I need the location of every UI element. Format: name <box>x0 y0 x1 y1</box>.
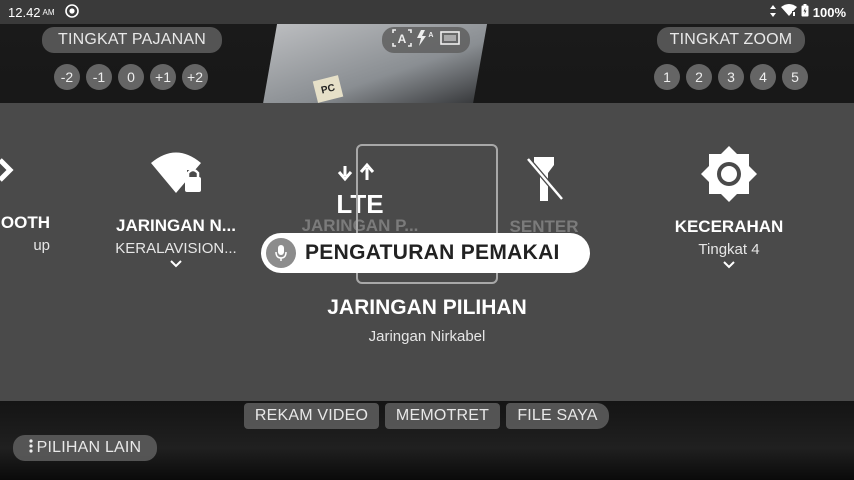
brightness-icon <box>664 145 794 202</box>
my-files-button[interactable]: FILE SAYA <box>506 403 609 429</box>
wifi-icon <box>780 4 797 20</box>
tile-label: JARINGAN N... <box>116 216 236 235</box>
tile-sub: up <box>33 237 50 254</box>
focused-tile-title: JARINGAN PILIHAN <box>327 296 527 319</box>
flash-auto-icon[interactable]: A <box>416 29 436 52</box>
tooltip-text: PENGATURAN PEMAKAI <box>305 241 560 264</box>
data-arrows-icon <box>769 4 777 21</box>
battery-icon <box>801 4 809 20</box>
svg-text:A: A <box>398 32 407 46</box>
status-right: 100% <box>769 4 846 21</box>
record-video-button[interactable]: REKAM VIDEO <box>244 403 379 429</box>
exposure-minus-2-button[interactable]: -2 <box>54 64 80 90</box>
take-photo-button[interactable]: MEMOTRET <box>385 403 500 429</box>
more-options-label: PILIHAN LAIN <box>36 439 142 456</box>
zoom-2-button[interactable]: 2 <box>686 64 712 90</box>
chevron-down-icon[interactable] <box>664 260 794 270</box>
tile-bluetooth[interactable]: OOTH up <box>0 150 50 254</box>
more-options-button[interactable]: PILIHAN LAIN <box>13 435 157 461</box>
status-time: 12.42 <box>8 4 41 20</box>
chevron-down-icon[interactable] <box>106 259 246 269</box>
zoom-4-button[interactable]: 4 <box>750 64 776 90</box>
tile-label: KECERAHAN <box>674 217 784 236</box>
status-ampm: AM <box>42 7 55 17</box>
exposure-0-button[interactable]: 0 <box>118 64 144 90</box>
tile-sub: Tingkat 4 <box>698 241 760 258</box>
camera-lens-icon <box>64 3 79 21</box>
battery-percent: 100% <box>812 4 846 20</box>
tile-sub: KERALAVISION... <box>115 240 237 257</box>
auto-mode-icon[interactable]: A <box>392 28 412 52</box>
zoom-5-button[interactable]: 5 <box>782 64 808 90</box>
exposure-level-label: TINGKAT PAJANAN <box>42 27 222 53</box>
focused-tile-subtitle: Jaringan Nirkabel <box>368 328 486 345</box>
camera-mode-bar: A A <box>382 27 470 53</box>
voice-tooltip[interactable]: PENGATURAN PEMAKAI <box>261 233 590 273</box>
svg-text:A: A <box>428 32 433 39</box>
aspect-ratio-icon[interactable] <box>440 29 460 52</box>
wifi-lock-icon <box>106 150 246 196</box>
tile-wifi-network[interactable]: JARINGAN N... KERALAVISION... <box>106 150 246 269</box>
microphone-icon <box>266 238 296 268</box>
tile-brightness[interactable]: KECERAHAN Tingkat 4 <box>664 145 794 270</box>
flashlight-off-icon <box>496 155 592 205</box>
more-vert-icon <box>29 438 33 458</box>
exposure-plus-2-button[interactable]: +2 <box>182 64 208 90</box>
exposure-plus-1-button[interactable]: +1 <box>150 64 176 90</box>
zoom-1-button[interactable]: 1 <box>654 64 680 90</box>
tile-label: OOTH <box>0 213 50 232</box>
zoom-level-label: TINGKAT ZOOM <box>657 27 805 53</box>
exposure-minus-1-button[interactable]: -1 <box>86 64 112 90</box>
status-bar: 12.42 AM 100% <box>0 0 854 24</box>
bluetooth-icon <box>0 150 50 199</box>
zoom-3-button[interactable]: 3 <box>718 64 744 90</box>
